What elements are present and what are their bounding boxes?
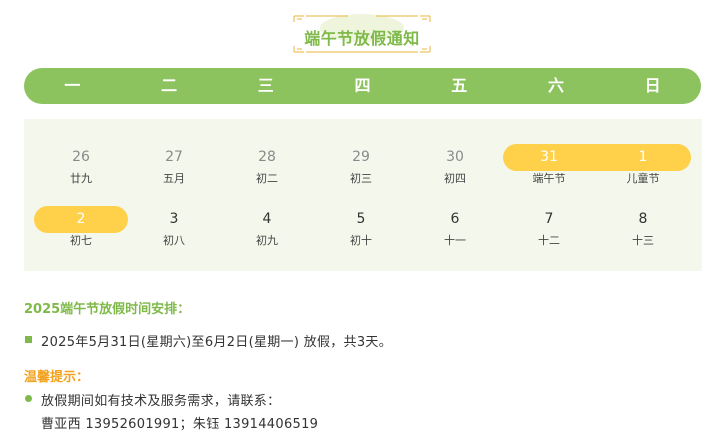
lunar-date: 初二: [256, 172, 278, 185]
weekday-fri: 五: [451, 76, 468, 95]
lunar-date: 初四: [444, 172, 466, 185]
calendar-day-cell: 28 初二: [220, 144, 314, 187]
schedule-text: 2025年5月31日(星期六)至6月2日(星期一) 放假，共3天。: [41, 335, 393, 350]
calendar-day-cell: 5 初十: [314, 206, 408, 249]
day-number: 28: [258, 149, 276, 165]
calendar-day-cell: 8 十三: [596, 206, 690, 249]
day-number: 31: [540, 149, 558, 165]
lunar-date: 五月: [163, 172, 185, 185]
day-number: 5: [356, 211, 366, 227]
calendar-day-cell: 27 五月: [127, 144, 221, 187]
calendar-grid: 26 廿九 27 五月 28 初二 29 初三 30 初四 31 端午节 1 儿…: [24, 119, 702, 271]
lunar-date: 廿九: [70, 172, 92, 185]
calendar-week-2: 2 初七 3 初八 4 初九 5 初十 6 十一 7 十二 8 十三: [24, 206, 702, 256]
tips-heading: 温馨提示：: [24, 370, 90, 385]
lunar-date: 十二: [538, 234, 560, 247]
weekday-sun: 日: [644, 76, 661, 95]
calendar-day-cell: 7 十二: [502, 206, 596, 249]
day-number: 26: [72, 149, 90, 165]
day-number: 3: [169, 211, 179, 227]
weekday-wed: 三: [257, 76, 274, 95]
schedule-heading: 2025端午节放假时间安排：: [24, 302, 191, 317]
day-number: 29: [352, 149, 370, 165]
lunar-date: 初九: [256, 234, 278, 247]
lunar-date: 儿童节: [626, 172, 660, 185]
circle-bullet-icon: [25, 395, 32, 402]
calendar-day-cell: 3 初八: [127, 206, 221, 249]
weekday-thu: 四: [354, 76, 371, 95]
page-title: 端午节放假通知: [304, 29, 420, 48]
calendar-week-1: 26 廿九 27 五月 28 初二 29 初三 30 初四 31 端午节 1 儿…: [24, 144, 702, 194]
day-number: 7: [544, 211, 554, 227]
weekday-header: 一 二 三 四 五 六 日: [24, 68, 701, 104]
day-number: 27: [165, 149, 183, 165]
calendar-day-cell: 6 十一: [408, 206, 502, 249]
calendar-day-cell: 29 初三: [314, 144, 408, 187]
lunar-date: 端午节: [532, 172, 566, 185]
day-number: 8: [638, 211, 648, 227]
tips-contacts: 曹亚西 13952601991；朱钰 13914406519: [41, 417, 319, 432]
tips-line-1: 放假期间如有技术及服务需求，请联系：: [41, 394, 281, 409]
weekday-tue: 二: [161, 76, 178, 95]
day-number: 2: [76, 211, 86, 227]
calendar-day-cell-holiday: 31 端午节: [502, 144, 596, 187]
lunar-date: 初十: [350, 234, 372, 247]
day-number: 4: [262, 211, 272, 227]
lunar-date: 十一: [444, 234, 466, 247]
day-number: 30: [446, 149, 464, 165]
calendar-day-cell-holiday: 2 初七: [34, 206, 128, 249]
lunar-date: 十三: [632, 234, 654, 247]
weekday-mon: 一: [64, 76, 81, 95]
day-number: 1: [638, 149, 648, 165]
calendar-day-cell: 30 初四: [408, 144, 502, 187]
day-number: 6: [450, 211, 460, 227]
calendar-day-cell-holiday: 1 儿童节: [596, 144, 690, 187]
calendar-day-cell: 4 初九: [220, 206, 314, 249]
calendar-day-cell: 26 廿九: [34, 144, 128, 187]
square-bullet-icon: [25, 336, 32, 343]
lunar-date: 初七: [70, 234, 92, 247]
weekday-sat: 六: [547, 76, 564, 95]
holiday-notice: 端午节放假通知 一 二 三 四 五 六 日 26 廿九 27 五月 28 初二: [0, 0, 726, 446]
title-banner: 端午节放假通知: [292, 14, 432, 54]
lunar-date: 初八: [163, 234, 185, 247]
lunar-date: 初三: [350, 172, 372, 185]
